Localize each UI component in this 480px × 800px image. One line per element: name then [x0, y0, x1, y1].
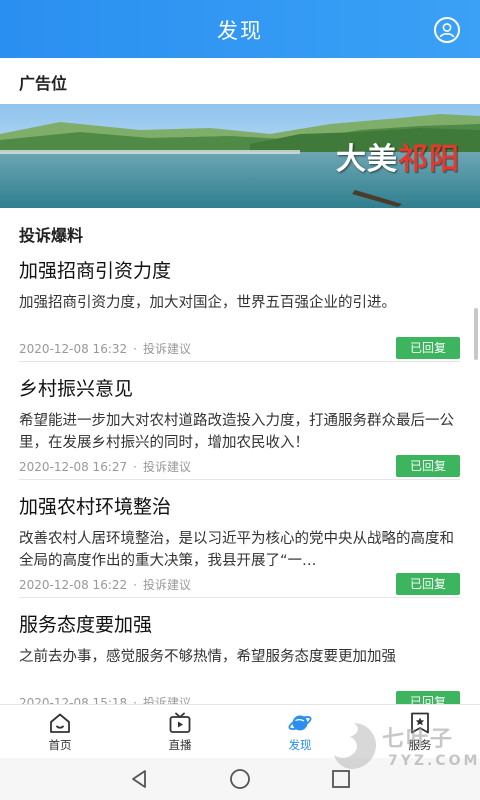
tab-label: 直播: [168, 738, 192, 752]
list-item[interactable]: 加强招商引资力度 加强招商引资力度，加大对国企，世界五百强企业的引进。 2020…: [0, 244, 480, 362]
item-category: 投诉建议: [142, 696, 191, 704]
list-item[interactable]: 加强农村环境整治 改善农村人居环境整治，是以习近平为核心的党中央从战略的高度和全…: [0, 480, 480, 598]
status-badge: 已回复: [396, 337, 460, 359]
list-item[interactable]: 服务态度要加强 之前去办事，感觉服务不够热情，希望服务态度要更加加强 2020-…: [0, 598, 480, 704]
tab-label: 首页: [48, 738, 72, 752]
item-meta: 2020-12-08 15:18 · 投诉建议: [19, 694, 191, 704]
item-title: 乡村振兴意见: [19, 378, 134, 400]
item-category: 投诉建议: [142, 342, 191, 356]
item-title: 服务态度要加强: [19, 614, 153, 636]
banner-slogan: 大美祁阳: [336, 142, 460, 177]
item-description: 之前去办事，感觉服务不够热情，希望服务态度要更加加强: [19, 649, 396, 665]
discover-content[interactable]: 广告位 大美祁阳 投诉爆料 加强招商引资力度 加强招商引资力度，加大对国企，世界: [0, 58, 480, 704]
back-icon[interactable]: [128, 768, 150, 790]
tab-live[interactable]: 直播: [120, 705, 240, 759]
item-category: 投诉建议: [142, 460, 191, 474]
planet-icon: [288, 715, 312, 731]
page-title: 发现: [217, 19, 263, 43]
item-title: 加强农村环境整治: [19, 496, 172, 518]
profile-button[interactable]: [434, 17, 460, 43]
watermark-url: 7YZ.COM: [388, 753, 480, 769]
status-badge: 已回复: [396, 455, 460, 477]
item-meta: 2020-12-08 16:32 · 投诉建议: [19, 342, 191, 356]
item-date: 2020-12-08 16:32: [19, 342, 128, 356]
item-date: 2020-12-08 16:27: [19, 460, 128, 474]
status-badge: 已回复: [396, 691, 460, 704]
tab-home[interactable]: 首页: [0, 705, 120, 759]
user-icon: [439, 23, 455, 38]
scrollbar[interactable]: [474, 308, 478, 360]
item-meta: 2020-12-08 16:22 · 投诉建议: [19, 578, 191, 592]
list-item[interactable]: 乡村振兴意见 希望能进一步加大对农村道路改造投入力度，打通服务群众最后一公里，在…: [0, 362, 480, 480]
item-meta: 2020-12-08 16:27 · 投诉建议: [19, 460, 191, 474]
item-description: 改善农村人居环境整治，是以习近平为核心的党中央从战略的高度和全局的高度作出的重大…: [19, 531, 454, 569]
home-circle-icon[interactable]: [228, 767, 252, 791]
home-icon: [50, 713, 70, 733]
item-date: 2020-12-08 16:22: [19, 578, 128, 592]
status-badge: 已回复: [396, 573, 460, 595]
item-description: 加强招商引资力度，加大对国企，世界五百强企业的引进。: [19, 295, 396, 311]
ad-banner[interactable]: 大美祁阳: [0, 104, 480, 208]
watermark-emblem-icon: [334, 723, 376, 769]
item-title: 加强招商引资力度: [19, 260, 172, 282]
item-category: 投诉建议: [142, 578, 191, 592]
item-date: 2020-12-08 15:18: [19, 696, 128, 704]
watermark-brand: 七叶子: [382, 727, 455, 752]
watermark-logo: 七叶子 7YZ.COM: [326, 715, 477, 785]
tv-icon: [169, 712, 191, 733]
app-header: 发现: [0, 0, 480, 58]
item-description: 希望能进一步加大对农村道路改造投入力度，打通服务群众最后一公里，在发展乡村振兴的…: [19, 413, 454, 451]
complaints-section-title: 投诉爆料: [19, 226, 84, 245]
ad-section-title: 广告位: [19, 74, 68, 93]
